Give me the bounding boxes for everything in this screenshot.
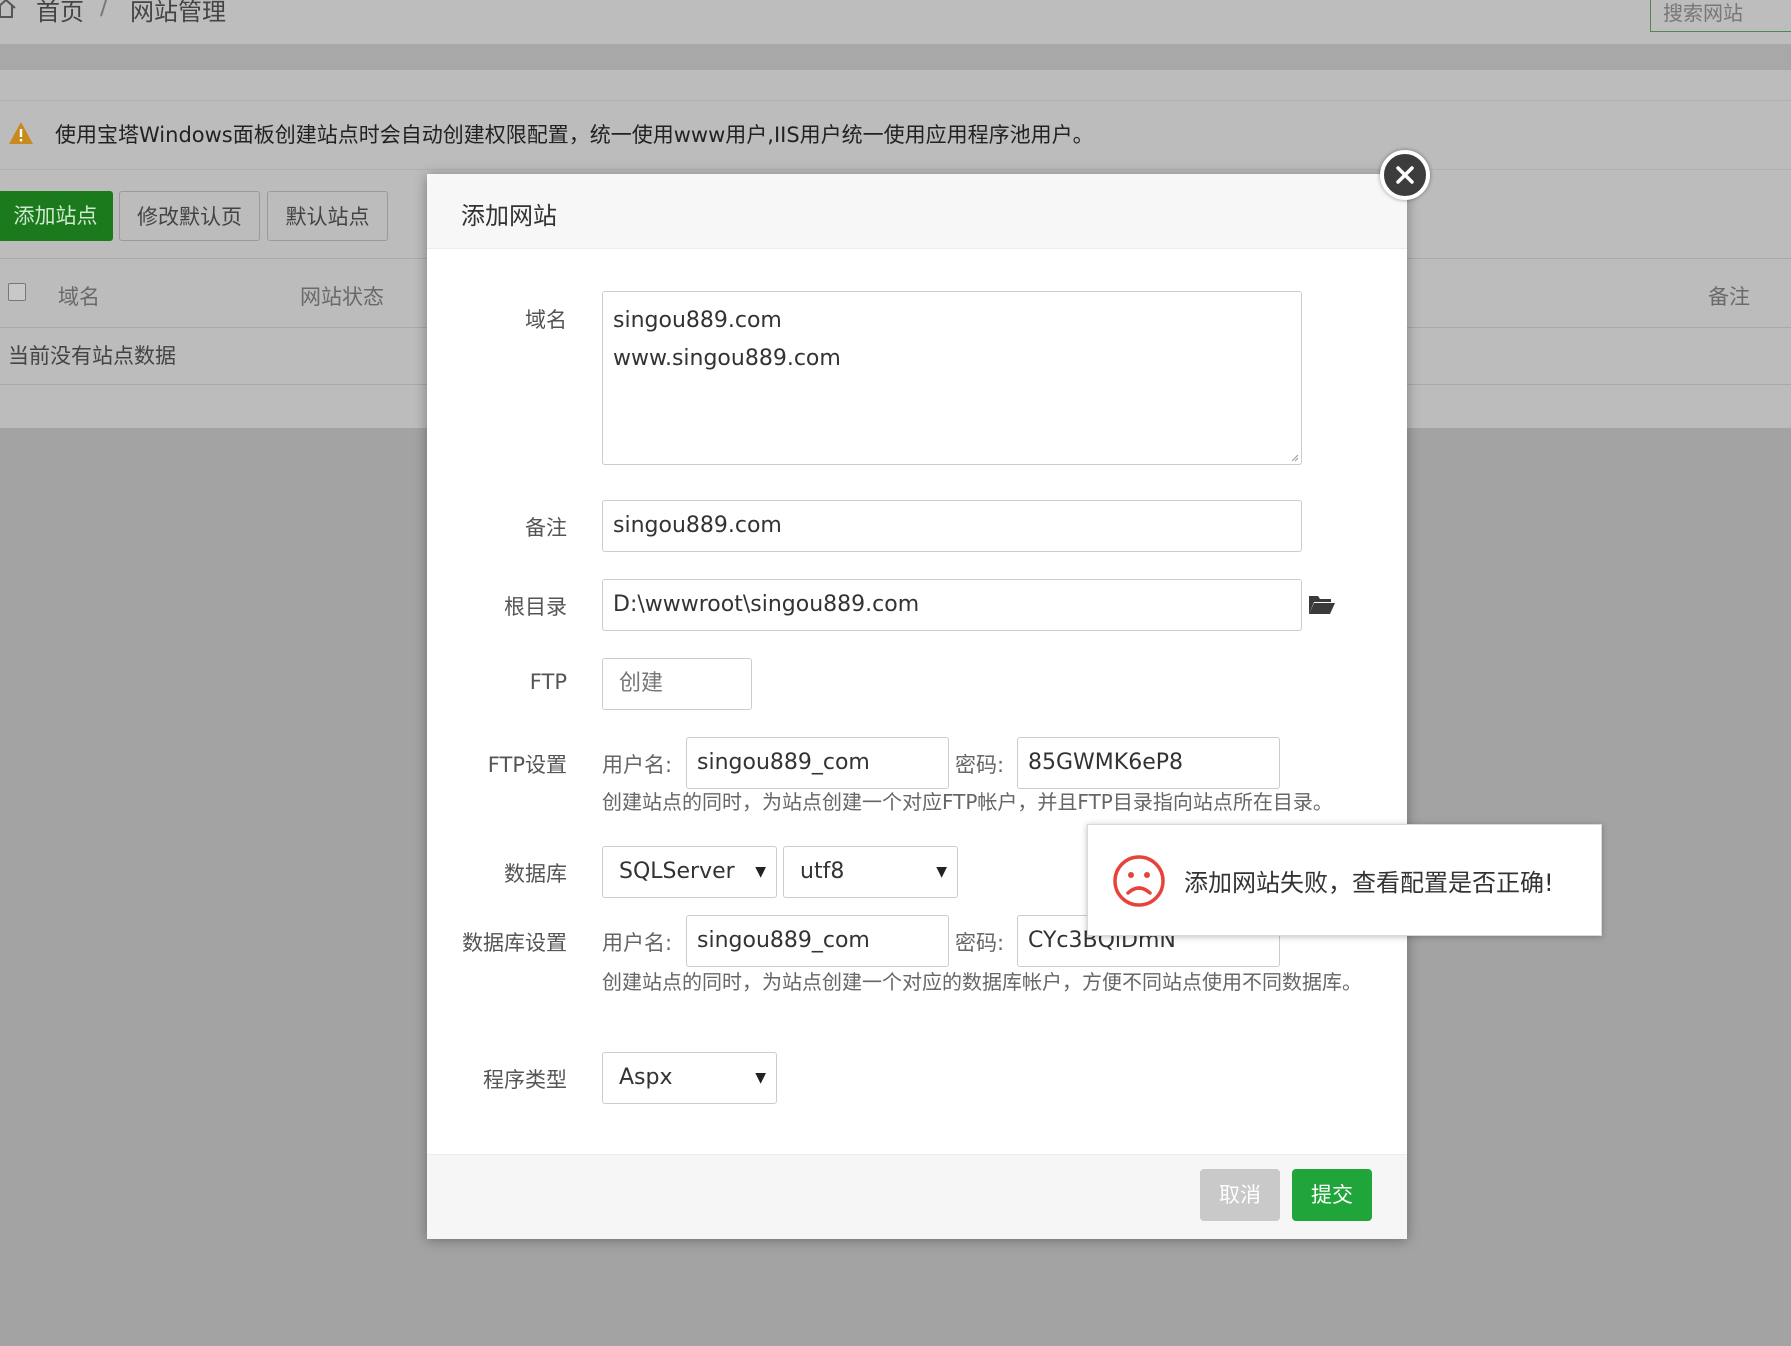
domain-label: 域名 [525, 308, 567, 332]
ftp-username-label: 用户名: [602, 753, 673, 777]
select-all-checkbox[interactable] [8, 283, 26, 301]
chevron-down-icon: ▼ [755, 1070, 766, 1086]
close-icon [1396, 166, 1414, 184]
ftp-password-input[interactable]: 85GWMK6eP8 [1017, 737, 1280, 789]
submit-button[interactable]: 提交 [1292, 1169, 1372, 1221]
ftp-label: FTP [529, 670, 567, 694]
divider [0, 44, 1791, 70]
notice-text: 使用宝塔Windows面板创建站点时会自动创建权限配置，统一使用www用户,II… [55, 123, 1094, 147]
add-site-button[interactable]: 添加站点 [0, 191, 113, 241]
note-input[interactable]: singou889.com [602, 500, 1302, 552]
breadcrumb-separator: / [100, 0, 109, 20]
database-type-select[interactable]: SQLServer ▼ [602, 846, 777, 898]
program-type-select[interactable]: Aspx ▼ [602, 1052, 777, 1104]
db-username-input[interactable]: singou889_com [686, 915, 949, 967]
sad-face-icon [1113, 855, 1165, 907]
home-icon[interactable] [0, 0, 18, 20]
search-input[interactable]: 搜索网站 [1650, 0, 1791, 32]
database-settings-label: 数据库设置 [462, 931, 567, 955]
chevron-down-icon: ▼ [755, 864, 766, 880]
column-domain[interactable]: 域名 [58, 281, 100, 311]
database-encoding-select[interactable]: utf8 ▼ [783, 846, 958, 898]
dialog-title: 添加网站 [461, 202, 557, 230]
warning-icon [9, 122, 33, 144]
top-bar: 首页 / 网站管理 搜索网站 [0, 0, 1791, 44]
database-label: 数据库 [504, 862, 567, 886]
breadcrumb-home[interactable]: 首页 [36, 0, 84, 27]
domain-textarea[interactable]: singou889.com www.singou889.com [602, 291, 1302, 465]
domain-line: www.singou889.com [613, 346, 841, 371]
root-dir-input[interactable]: D:\wwwroot\singou889.com [602, 579, 1302, 631]
search-placeholder: 搜索网站 [1663, 1, 1743, 25]
ftp-username-input[interactable]: singou889_com [686, 737, 949, 789]
default-site-button[interactable]: 默认站点 [267, 191, 388, 241]
ftp-password-label: 密码: [955, 753, 1005, 777]
ftp-help-text: 创建站点的同时，为站点创建一个对应FTP帐户，并且FTP目录指向站点所在目录。 [602, 790, 1333, 814]
domain-line: singou889.com [613, 308, 782, 333]
error-toast: 添加网站失败，查看配置是否正确! [1087, 824, 1602, 936]
breadcrumb-current: 网站管理 [130, 0, 226, 26]
chevron-down-icon: ▼ [936, 864, 947, 880]
program-type-value: Aspx [619, 1065, 673, 1090]
root-dir-label: 根目录 [504, 595, 567, 619]
toast-message: 添加网站失败，查看配置是否正确! [1184, 869, 1554, 897]
dialog-header: 添加网站 [427, 174, 1407, 249]
close-button[interactable] [1380, 150, 1430, 200]
ftp-settings-label: FTP设置 [487, 753, 567, 777]
resize-handle-icon[interactable] [1291, 454, 1299, 462]
db-help-text: 创建站点的同时，为站点创建一个对应的数据库帐户，方便不同站点使用不同数据库。 [602, 970, 1362, 994]
column-status[interactable]: 网站状态 [300, 281, 384, 311]
dialog-footer: 取消 提交 [427, 1154, 1407, 1239]
folder-open-icon[interactable] [1308, 592, 1336, 616]
empty-message: 当前没有站点数据 [8, 344, 176, 368]
column-note[interactable]: 备注 [1708, 281, 1750, 311]
warning-notice: 使用宝塔Windows面板创建站点时会自动创建权限配置，统一使用www用户,II… [0, 100, 1791, 170]
db-password-label: 密码: [955, 931, 1005, 955]
edit-default-page-button[interactable]: 修改默认页 [119, 191, 260, 241]
database-type-value: SQLServer [619, 859, 735, 884]
note-label: 备注 [525, 516, 567, 540]
cancel-button[interactable]: 取消 [1200, 1169, 1280, 1221]
program-type-label: 程序类型 [483, 1068, 567, 1092]
add-site-dialog: 添加网站 域名 singou889.com www.singou889.com … [427, 174, 1602, 1239]
db-username-label: 用户名: [602, 931, 673, 955]
ftp-select[interactable]: 创建 [602, 658, 752, 710]
database-encoding-value: utf8 [800, 859, 845, 884]
